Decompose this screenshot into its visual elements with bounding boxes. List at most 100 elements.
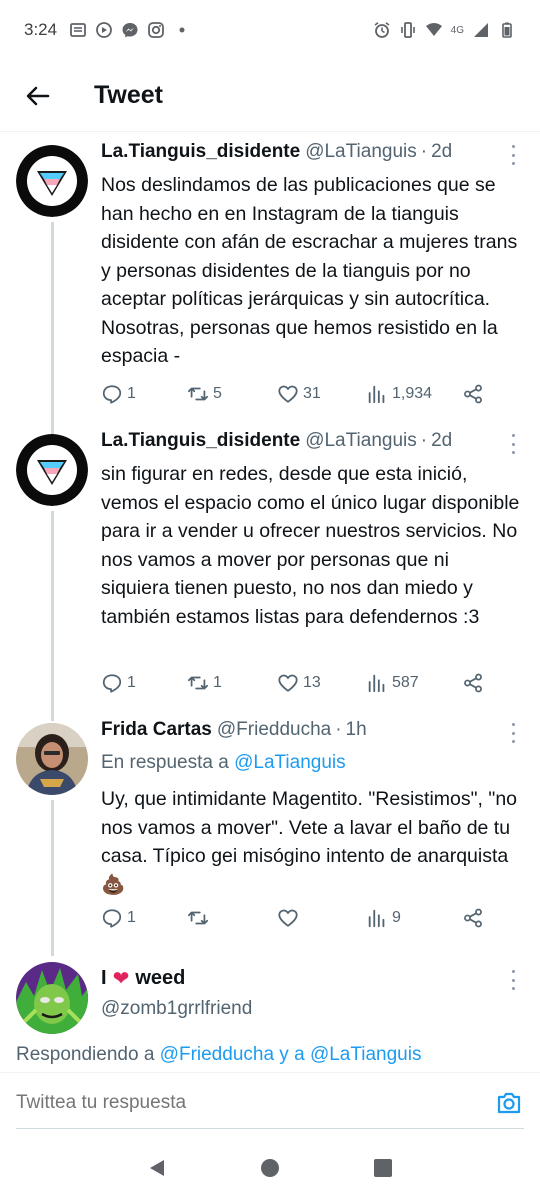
display-name-suffix: weed [135, 966, 186, 989]
more-icon[interactable] [506, 970, 520, 990]
tweet-content: La.Tianguis_disidente @LaTianguis · 2d N… [101, 141, 520, 371]
reply-count: 1 [127, 674, 136, 691]
thread-line [51, 222, 54, 447]
display-name[interactable]: I ❤ weed [101, 964, 520, 992]
tweet-text: Uy, que intimidante Magentito. "Resistim… [101, 788, 518, 896]
replying-connector: y a [279, 1044, 305, 1065]
like-count: 13 [303, 674, 321, 691]
reply-icon [102, 385, 122, 404]
red-heart-emoji: ❤ [112, 967, 130, 990]
replying-to-label: En respuesta a [101, 752, 229, 773]
user-handle: @zomb1grrlfriend [101, 998, 253, 1019]
views-button[interactable]: 9 [366, 907, 462, 929]
avatar[interactable] [16, 145, 88, 217]
mention-link[interactable]: @Friedducha [160, 1044, 274, 1065]
tweet-text: Nos deslindamos de las publicaciones que… [101, 174, 518, 367]
status-time: 3:24 [24, 20, 58, 39]
more-icon[interactable] [506, 434, 520, 454]
thread-line [51, 511, 54, 721]
tweet-time[interactable]: 2d [431, 430, 452, 452]
more-icon[interactable] [506, 723, 520, 743]
display-name[interactable]: La.Tianguis_disidente [101, 430, 300, 452]
page-title: Tweet [94, 81, 163, 109]
like-icon [278, 674, 298, 692]
views-icon [368, 674, 385, 693]
tweet-content: Frida Cartas @Friedducha · 1h En respues… [101, 719, 520, 899]
separator-dot: · [335, 719, 342, 740]
display-name[interactable]: Frida Cartas [101, 719, 212, 741]
views-button[interactable]: 587 [366, 672, 462, 694]
tweet-header: La.Tianguis_disidente @LaTianguis · 2d [101, 430, 520, 458]
composer-divider [16, 1128, 524, 1129]
media-icon [95, 21, 113, 39]
user-handle[interactable]: @LaTianguis [305, 141, 417, 163]
mention-link[interactable]: @LaTianguis [234, 752, 346, 773]
nav-home-button[interactable] [250, 1148, 290, 1188]
more-icon[interactable] [506, 145, 520, 165]
reply-button[interactable]: 1 [101, 672, 187, 694]
tweet-text: sin figurar en redes, desde que esta ini… [101, 463, 520, 628]
retweet-button[interactable]: 1 [187, 672, 277, 694]
camera-button[interactable] [494, 1088, 524, 1118]
replying-to-label: Respondiendo a [16, 1044, 155, 1065]
share-button[interactable] [462, 383, 488, 405]
reply-button[interactable]: 1 [101, 907, 187, 929]
user-handle[interactable]: @Friedducha [217, 719, 331, 741]
nav-back-button[interactable] [137, 1148, 177, 1188]
tweet-header: Frida Cartas @Friedducha · 1h [101, 719, 520, 747]
thread-line [51, 800, 54, 956]
retweet-button[interactable] [187, 907, 277, 929]
reply-composer [0, 1072, 540, 1132]
retweet-icon [187, 387, 209, 401]
camera-icon [497, 1092, 521, 1113]
user-handle[interactable]: @LaTianguis [305, 430, 417, 452]
avatar[interactable] [16, 723, 88, 795]
reply-icon [102, 909, 122, 928]
retweet-count: 5 [213, 385, 222, 402]
vibrate-icon [399, 21, 417, 39]
signal-icon [472, 21, 490, 39]
reply-button[interactable]: 1 [101, 383, 187, 405]
reply-input[interactable] [16, 1091, 494, 1114]
battery-icon [498, 21, 516, 39]
nav-recents-button[interactable] [363, 1148, 403, 1188]
mention-link[interactable]: @LaTianguis [310, 1044, 422, 1065]
like-icon [278, 909, 298, 927]
like-icon [278, 385, 298, 403]
back-arrow-icon [26, 86, 50, 105]
nav-recents-icon [374, 1159, 393, 1177]
tweet-time[interactable]: 2d [431, 141, 452, 163]
tweet-actions: 1 9 [101, 904, 512, 932]
views-icon [368, 385, 385, 404]
share-button[interactable] [462, 907, 488, 929]
avatar[interactable] [16, 434, 88, 506]
tweet-actions: 1 5 31 1,934 [101, 380, 512, 408]
views-count: 587 [392, 674, 419, 691]
tweet-content: La.Tianguis_disidente @LaTianguis · 2d s… [101, 430, 520, 631]
dot-icon [173, 21, 191, 39]
system-icons: 4G [373, 21, 516, 39]
share-icon [464, 908, 482, 928]
like-button[interactable] [277, 907, 366, 929]
share-icon [464, 673, 482, 693]
share-button[interactable] [462, 672, 488, 694]
reply-count: 1 [127, 385, 136, 402]
tweet-time[interactable]: 1h [346, 719, 367, 741]
separator-dot: · [420, 430, 428, 451]
alarm-icon [373, 21, 391, 39]
views-count: 1,934 [392, 385, 433, 402]
like-button[interactable]: 13 [277, 672, 366, 694]
display-name[interactable]: La.Tianguis_disidente [101, 141, 300, 163]
views-button[interactable]: 1,934 [366, 383, 462, 405]
instagram-icon [147, 21, 165, 39]
like-button[interactable]: 31 [277, 383, 366, 405]
back-button[interactable] [20, 78, 56, 114]
top-app-bar: Tweet [0, 60, 540, 132]
network-type: 4G [450, 24, 464, 36]
notification-icons [69, 21, 191, 39]
retweet-button[interactable]: 5 [187, 383, 277, 405]
replying-to: En respuesta a @LaTianguis [101, 749, 520, 777]
avatar[interactable] [16, 962, 88, 1034]
views-icon [368, 909, 385, 928]
like-count: 31 [303, 385, 321, 402]
